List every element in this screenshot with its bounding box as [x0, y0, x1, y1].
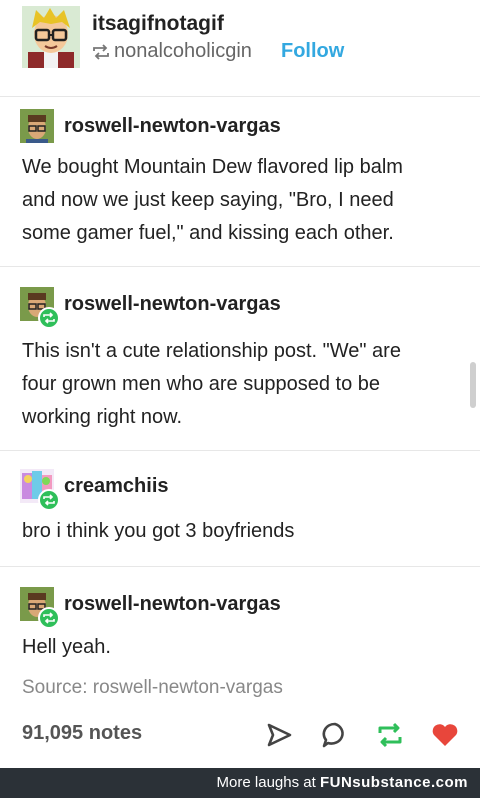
reblogged-from: nonalcoholicgin — [92, 40, 252, 63]
reblog-badge-icon — [38, 489, 60, 511]
post-author: roswell-newton-vargas — [20, 109, 281, 143]
thread-post: roswell-newton-vargas Hell yeah. — [0, 566, 480, 671]
post-header: itsagifnotagif nonalcoholicgin Follow — [0, 0, 480, 88]
post-author: creamchiis — [20, 469, 169, 511]
avatar[interactable] — [20, 109, 54, 143]
reblog-small-icon — [93, 43, 109, 60]
post-source[interactable]: Source: roswell-newton-vargas — [22, 677, 283, 699]
post-username[interactable]: roswell-newton-vargas — [64, 593, 281, 616]
reblog-icon[interactable] — [375, 720, 405, 750]
reblogged-from-username[interactable]: nonalcoholicgin — [114, 40, 252, 63]
op-username[interactable]: itsagifnotagif — [92, 12, 224, 36]
post-line: some gamer fuel," and kissing each other… — [22, 222, 394, 244]
post-line: Hell yeah. — [22, 636, 111, 658]
thread-post: creamchiis bro i think you got 3 boyfrie… — [0, 450, 480, 565]
banner-brand: FUNsubstance.com — [319, 774, 468, 791]
post-line: and now we just keep saying, "Bro, I nee… — [22, 189, 394, 211]
reblog-badge-icon — [38, 307, 60, 329]
scrollbar[interactable] — [470, 362, 476, 408]
avatar[interactable] — [20, 287, 60, 329]
comment-icon[interactable] — [320, 720, 350, 750]
heart-icon[interactable] — [430, 720, 460, 750]
post-line: We bought Mountain Dew flavored lip balm — [22, 156, 403, 178]
post-username[interactable]: roswell-newton-vargas — [64, 115, 281, 138]
post-line: working right now. — [22, 406, 183, 428]
post-body: We bought Mountain Dew flavored lip balm… — [22, 151, 452, 250]
post-author: roswell-newton-vargas — [20, 587, 281, 629]
reblog-badge-icon — [38, 607, 60, 629]
banner-text[interactable]: More laughs at FUNsubstance.com — [217, 774, 468, 791]
post-body: Hell yeah. — [22, 631, 452, 664]
watermark-banner: More laughs at FUNsubstance.com — [0, 768, 480, 798]
avatar[interactable] — [20, 469, 60, 511]
thread-post: roswell-newton-vargas We bought Mountain… — [0, 96, 480, 265]
post-line: bro i think you got 3 boyfriends — [22, 520, 295, 542]
follow-button[interactable]: Follow — [281, 40, 344, 63]
post-line: This isn't a cute relationship post. "We… — [22, 340, 401, 362]
post-username[interactable]: roswell-newton-vargas — [64, 293, 281, 316]
post-author: roswell-newton-vargas — [20, 287, 281, 329]
post-footer: 91,095 notes — [0, 712, 480, 758]
post-body: bro i think you got 3 boyfriends — [22, 515, 452, 548]
post-username[interactable]: creamchiis — [64, 475, 169, 498]
avatar[interactable] — [20, 587, 60, 629]
send-icon[interactable] — [264, 720, 294, 750]
banner-prefix: More laughs at — [216, 774, 316, 791]
post-line: four grown men who are supposed to be — [22, 373, 380, 395]
op-avatar[interactable] — [22, 6, 80, 68]
post-body: This isn't a cute relationship post. "We… — [22, 335, 452, 434]
notes-count[interactable]: 91,095 notes — [22, 722, 142, 745]
thread-post: roswell-newton-vargas This isn't a cute … — [0, 266, 480, 451]
